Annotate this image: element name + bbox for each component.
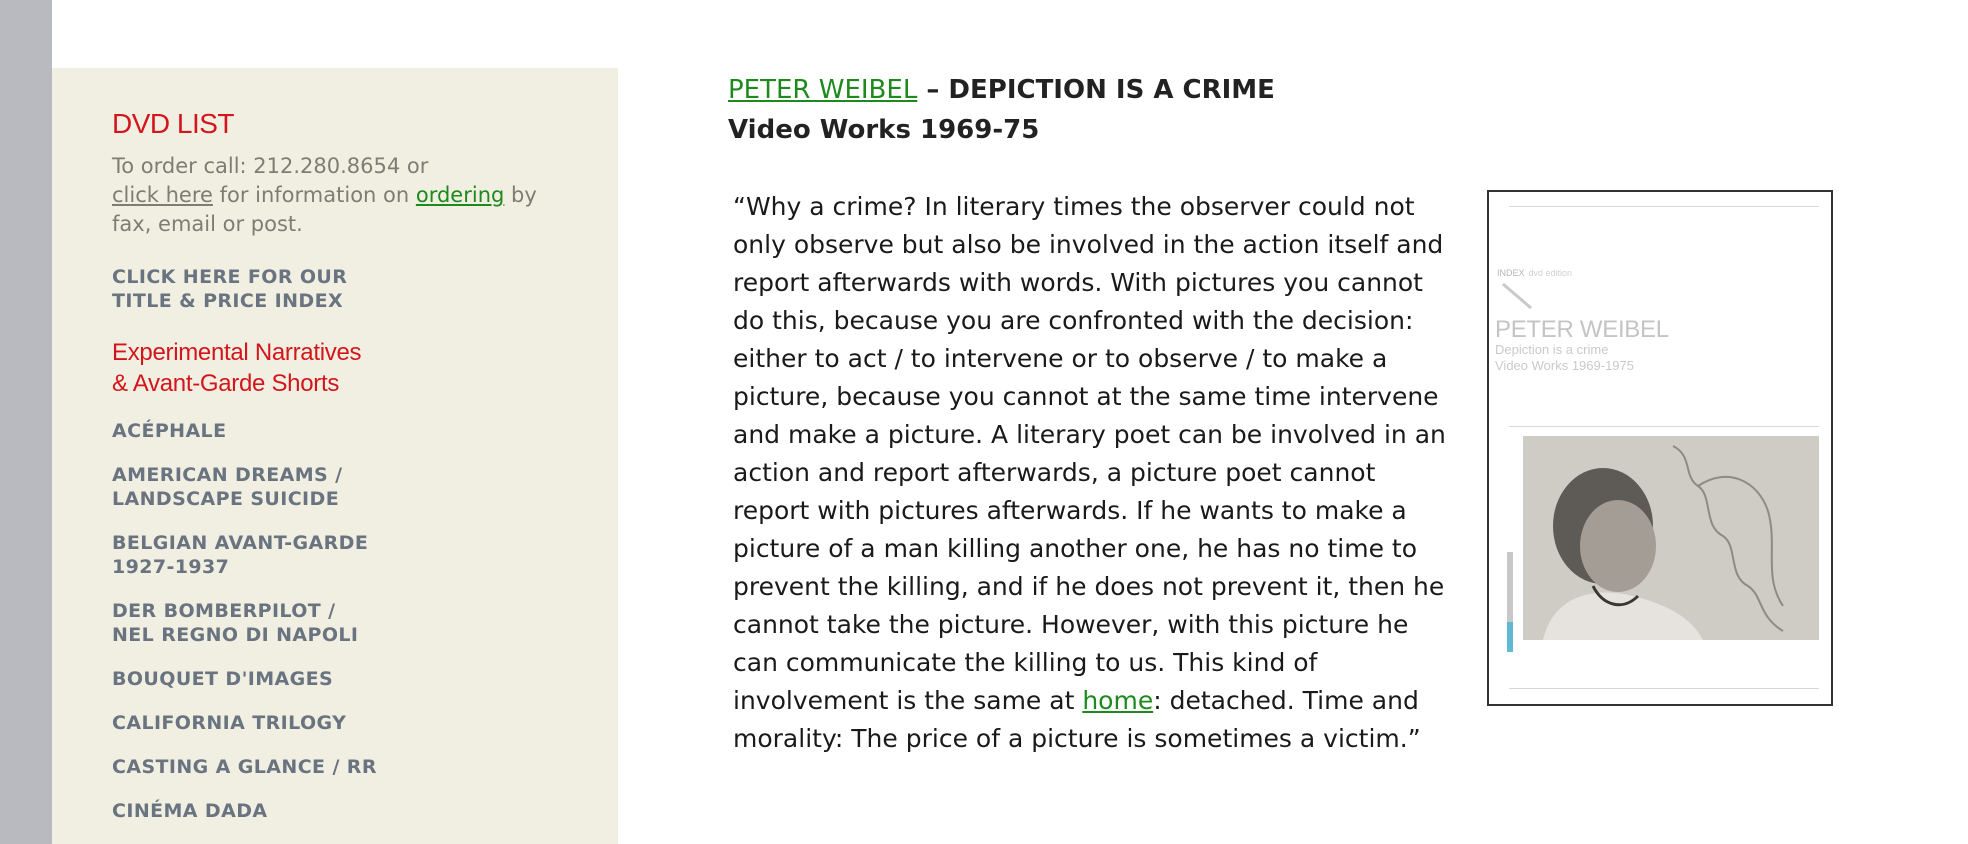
title-price-index-link[interactable]: CLICK HERE FOR OUR TITLE & PRICE INDEX	[112, 265, 558, 313]
dvd-title-link[interactable]: ACÉPHALE	[112, 419, 558, 443]
artist-link[interactable]: PETER WEIBEL	[728, 75, 917, 105]
order-phone-text: To order call: 212.280.8654 or	[112, 154, 429, 178]
list-item: CASTING A GLANCE / RR	[112, 755, 558, 779]
cover-rule	[1509, 426, 1819, 427]
cover-photo	[1523, 436, 1819, 640]
left-gutter	[0, 0, 52, 844]
sidebar: DVD LIST To order call: 212.280.8654 or …	[52, 68, 618, 844]
order-info: To order call: 212.280.8654 or click her…	[112, 152, 558, 239]
dvd-cover-image[interactable]: INDEX dvd edition PETER WEIBEL Depiction …	[1487, 190, 1833, 706]
ordering-link[interactable]: ordering	[416, 183, 504, 207]
dvd-title-line2: NEL REGNO DI NAPOLI	[112, 624, 359, 646]
dvd-title-link[interactable]: DER BOMBERPILOT / NEL REGNO DI NAPOLI	[112, 599, 558, 647]
list-item: DER BOMBERPILOT / NEL REGNO DI NAPOLI	[112, 599, 558, 647]
dvd-title-link[interactable]: CINÉMA DADA	[112, 799, 558, 823]
list-item: BELGIAN AVANT-GARDE 1927-1937	[112, 531, 558, 579]
cover-subtitle-line2: Video Works 1969-1975	[1495, 358, 1635, 373]
cover-subtitle: Depiction is a crime Video Works 1969-19…	[1495, 342, 1634, 374]
cover-index-subtext: dvd edition	[1528, 268, 1573, 278]
dvd-title-list: ACÉPHALE AMERICAN DREAMS / LANDSCAPE SUIC…	[112, 419, 558, 823]
dvd-title-link[interactable]: AMERICAN DREAMS / LANDSCAPE SUICIDE	[112, 463, 558, 511]
cover-artist: PETER WEIBEL	[1495, 316, 1669, 343]
dvd-title-line1: BELGIAN AVANT-GARDE	[112, 532, 369, 554]
category-heading: Experimental Narratives & Avant-Garde Sh…	[112, 337, 558, 399]
cover-index-text: INDEX	[1497, 268, 1525, 278]
dvd-title-line2: LANDSCAPE SUICIDE	[112, 488, 340, 510]
dvd-title-line1: AMERICAN DREAMS /	[112, 464, 343, 486]
dvd-title-line2: 1927-1937	[112, 556, 230, 578]
list-item: CALIFORNIA TRILOGY	[112, 711, 558, 735]
list-item: AMERICAN DREAMS / LANDSCAPE SUICIDE	[112, 463, 558, 511]
cover-rule	[1509, 688, 1819, 689]
dvd-title-link[interactable]: BOUQUET D'IMAGES	[112, 667, 558, 691]
cover-slash-icon	[1502, 282, 1532, 310]
page-title-text: – DEPICTION IS A CRIME	[917, 75, 1275, 105]
dvd-title-link[interactable]: CALIFORNIA TRILOGY	[112, 711, 558, 735]
page-title: PETER WEIBEL – DEPICTION IS A CRIME	[728, 70, 1928, 110]
page-subtitle: Video Works 1969-75	[728, 115, 1040, 145]
cover-subtitle-line1: Depiction is a crime	[1495, 342, 1609, 357]
index-link-line2: TITLE & PRICE INDEX	[112, 290, 344, 312]
list-item: BOUQUET D'IMAGES	[112, 667, 558, 691]
order-middle-text: for information on	[212, 183, 416, 207]
dvd-title-link[interactable]: CASTING A GLANCE / RR	[112, 755, 558, 779]
dvd-title-line1: ACÉPHALE	[112, 420, 227, 442]
click-here-link[interactable]: click here	[112, 183, 213, 207]
list-item: ACÉPHALE	[112, 419, 558, 443]
cover-spine-strip	[1507, 552, 1513, 652]
dvd-title-link[interactable]: BELGIAN AVANT-GARDE 1927-1937	[112, 531, 558, 579]
dvd-title-line1: CASTING A GLANCE / RR	[112, 756, 377, 778]
page: DVD LIST To order call: 212.280.8654 or …	[0, 0, 1968, 844]
dvd-list-heading: DVD LIST	[112, 108, 235, 139]
portrait-photo-image	[1523, 436, 1819, 640]
cover-rule	[1509, 206, 1819, 207]
list-item: CINÉMA DADA	[112, 799, 558, 823]
quote-text: “Why a crime? In literary times the obse…	[733, 192, 1446, 715]
dvd-title-line1: CINÉMA DADA	[112, 800, 268, 822]
dvd-title-line1: DER BOMBERPILOT /	[112, 600, 336, 622]
main-content: PETER WEIBEL – DEPICTION IS A CRIME Vide…	[728, 70, 1928, 753]
dvd-title-line1: BOUQUET D'IMAGES	[112, 668, 334, 690]
category-heading-line2: & Avant-Garde Shorts	[112, 370, 340, 397]
home-link[interactable]: home	[1082, 686, 1153, 715]
dvd-title-line1: CALIFORNIA TRILOGY	[112, 712, 347, 734]
cover-index-label: INDEX dvd edition	[1497, 268, 1572, 278]
index-link-line1: CLICK HERE FOR OUR	[112, 266, 348, 288]
quote-paragraph: “Why a crime? In literary times the obse…	[733, 188, 1453, 758]
category-heading-line1: Experimental Narratives	[112, 339, 362, 366]
